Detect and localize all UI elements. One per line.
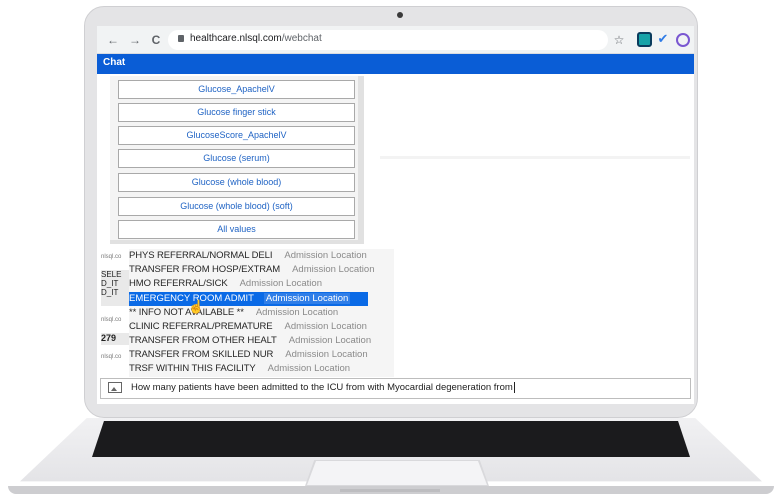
item-type: Admission Location bbox=[263, 293, 351, 304]
lock-icon bbox=[178, 35, 184, 42]
input-value: How many patients have been admitted to … bbox=[131, 382, 513, 394]
item-type: Admission Location bbox=[285, 349, 368, 360]
chat-header bbox=[97, 54, 694, 74]
option-button[interactable]: Glucose (whole blood) bbox=[118, 173, 355, 192]
option-button[interactable]: Glucose finger stick bbox=[118, 103, 355, 122]
item-name: ** INFO NOT AVAILABLE ** bbox=[129, 307, 244, 318]
option-button[interactable]: GlucoseScore_ApachelV bbox=[118, 126, 355, 145]
message-input-text[interactable]: How many patients have been admitted to … bbox=[131, 382, 515, 393]
circle-ext-icon[interactable] bbox=[676, 33, 690, 47]
autocomplete-item[interactable]: PHYS REFERRAL/NORMAL DELI Admission Locat… bbox=[129, 249, 367, 263]
sender-label: nlsql.co bbox=[101, 354, 122, 360]
webcam bbox=[397, 12, 403, 18]
message-line: SELE bbox=[101, 270, 122, 279]
item-type: Admission Location bbox=[288, 335, 372, 346]
item-name: PHYS REFERRAL/NORMAL DELI bbox=[129, 250, 273, 261]
chat-title: Chat bbox=[103, 57, 126, 68]
autocomplete-item[interactable]: TRANSFER FROM SKILLED NUR Admission Locat… bbox=[129, 348, 368, 362]
item-name: TRANSFER FROM HOSP/EXTRAM bbox=[129, 264, 281, 275]
chat-message: SELE D_IT D_IT bbox=[101, 270, 129, 306]
reload-icon[interactable]: C bbox=[149, 33, 163, 47]
laptop-foot bbox=[340, 489, 440, 492]
item-name: CLINIC REFERRAL/PREMATURE bbox=[129, 321, 273, 332]
autocomplete-item[interactable]: TRANSFER FROM OTHER HEALT Admission Locat… bbox=[129, 334, 371, 348]
option-button[interactable]: Glucose (serum) bbox=[118, 149, 355, 168]
autocomplete-item-selected[interactable]: EMERGENCY ROOM ADMIT Admission Location bbox=[129, 292, 351, 306]
item-type: Admission Location bbox=[292, 264, 375, 275]
url-path: /webchat bbox=[281, 33, 322, 44]
divider bbox=[380, 156, 690, 159]
url-text[interactable]: healthcare.nlsql.com/webchat bbox=[190, 33, 322, 44]
item-name: TRSF WITHIN THIS FACILITY bbox=[129, 363, 256, 374]
url-host: healthcare.nlsql.com bbox=[190, 33, 282, 44]
forward-icon[interactable]: → bbox=[128, 33, 142, 47]
item-type: Admission Location bbox=[239, 278, 322, 289]
all-values-button[interactable]: All values bbox=[118, 220, 355, 239]
text-caret bbox=[513, 382, 515, 393]
square-ext-icon[interactable] bbox=[637, 32, 652, 47]
trackpad-surface bbox=[307, 461, 487, 485]
back-icon[interactable]: ← bbox=[106, 33, 120, 47]
message-line: D_IT bbox=[101, 288, 119, 297]
item-name: HMO REFERRAL/SICK bbox=[129, 278, 228, 289]
result-count: 279 bbox=[101, 333, 129, 345]
autocomplete-item[interactable]: ** INFO NOT AVAILABLE ** Admission Locati… bbox=[129, 306, 338, 320]
sender-label: nlsql.co bbox=[101, 254, 122, 260]
keyboard bbox=[92, 421, 690, 457]
item-type: Admission Location bbox=[284, 321, 367, 332]
hand-cursor-icon: ☝ bbox=[188, 299, 205, 314]
bookmark-star-icon[interactable]: ☆ bbox=[612, 33, 626, 47]
check-ext-icon[interactable]: ✔ bbox=[656, 32, 670, 46]
autocomplete-item[interactable]: TRANSFER FROM HOSP/EXTRAM Admission Locat… bbox=[129, 263, 374, 277]
image-upload-icon[interactable] bbox=[108, 382, 122, 393]
item-type: Admission Location bbox=[267, 363, 351, 374]
autocomplete-item[interactable]: CLINIC REFERRAL/PREMATURE Admission Locat… bbox=[129, 320, 367, 334]
sender-label: nlsql.co bbox=[101, 317, 122, 323]
item-type: Admission Location bbox=[284, 250, 367, 261]
message-line: D_IT bbox=[101, 279, 119, 288]
option-button[interactable]: Glucose_ApachelV bbox=[118, 80, 355, 99]
autocomplete-item[interactable]: HMO REFERRAL/SICK Admission Location bbox=[129, 277, 322, 291]
item-name: TRANSFER FROM OTHER HEALT bbox=[129, 335, 277, 346]
item-type: Admission Location bbox=[255, 307, 339, 318]
autocomplete-item[interactable]: TRSF WITHIN THIS FACILITY Admission Locat… bbox=[129, 362, 350, 376]
item-name: TRANSFER FROM SKILLED NUR bbox=[129, 349, 274, 360]
option-button[interactable]: Glucose (whole blood) (soft) bbox=[118, 197, 355, 216]
